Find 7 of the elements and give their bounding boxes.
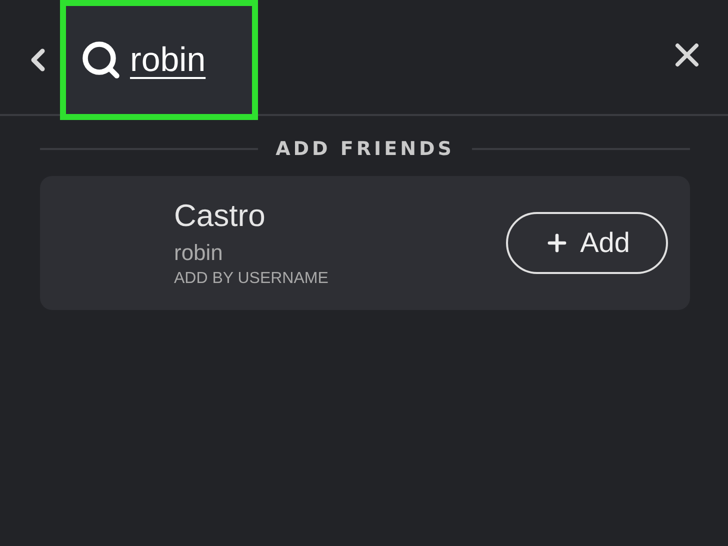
friend-name: Castro [174, 198, 266, 234]
search-icon [80, 39, 122, 81]
section-title: ADD FRIENDS [276, 138, 454, 160]
friend-username: robin [174, 240, 224, 266]
add-button[interactable]: Add [506, 212, 668, 274]
friend-source: ADD BY USERNAME [174, 270, 328, 288]
search-field[interactable]: robin [60, 0, 258, 120]
